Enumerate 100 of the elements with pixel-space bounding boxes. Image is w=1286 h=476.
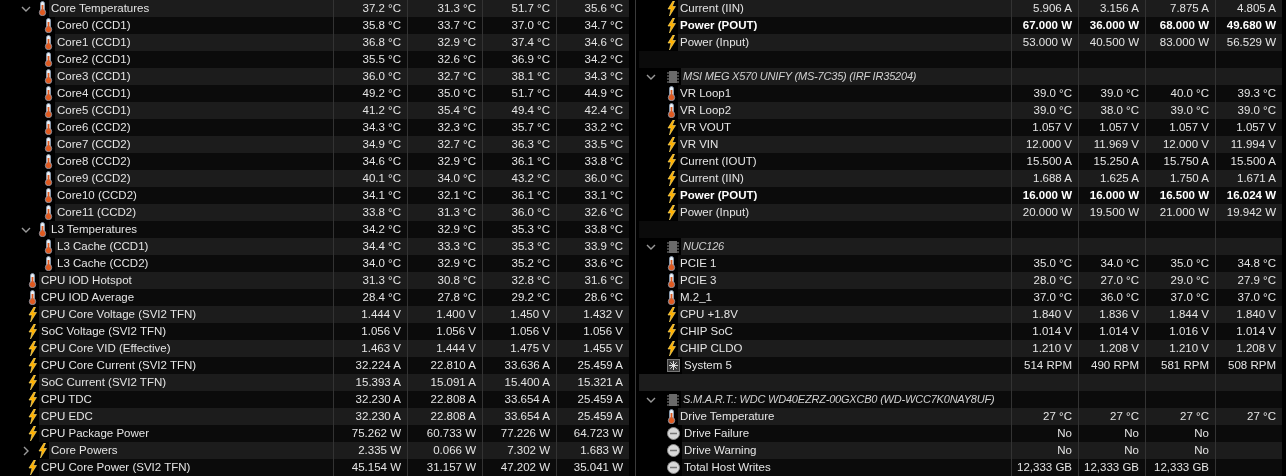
- value-cell: 38.0 °C: [1078, 102, 1145, 119]
- value-cell: 32.9 °C: [407, 221, 482, 238]
- value-cell: 1.057 V: [1078, 119, 1145, 136]
- value-cell: 51.7 °C: [482, 85, 556, 102]
- value-cell: 34.3 °C: [556, 68, 629, 85]
- lightning-bolt-icon: [28, 307, 37, 322]
- sensor-label: CPU Core VID (Effective): [39, 340, 333, 357]
- value-cell: 34.8 °C: [1215, 255, 1282, 272]
- value-cell: 41.2 °C: [333, 102, 407, 119]
- value-cell: 1.625 A: [1078, 170, 1145, 187]
- thermometer-icon: [667, 409, 676, 424]
- value-cell: 1.432 V: [556, 306, 629, 323]
- thermometer-icon: [667, 256, 676, 271]
- value-cell: 25.459 A: [556, 391, 629, 408]
- value-cell: 36.0 °C: [482, 204, 556, 221]
- sensor-label: Core3 (CCD1): [55, 68, 333, 85]
- value-cell: 36.1 °C: [482, 187, 556, 204]
- value-cell: 34.0 °C: [407, 170, 482, 187]
- thermometer-icon: [44, 52, 53, 67]
- value-cell: 36.0 °C: [556, 170, 629, 187]
- value-cell: 33.8 °C: [556, 221, 629, 238]
- value-cell: 37.0 °C: [1011, 289, 1078, 306]
- sensor-label: M.2_1: [678, 289, 1011, 306]
- value-cell: 27 °C: [1145, 408, 1215, 425]
- value-cell: 42.4 °C: [556, 102, 629, 119]
- sensor-label: Core7 (CCD2): [55, 136, 333, 153]
- value-cell: 581 RPM: [1145, 357, 1215, 374]
- sensor-label: CPU Core Voltage (SVI2 TFN): [39, 306, 333, 323]
- device-title: NUC126: [681, 238, 1011, 255]
- value-cell: 32.8 °C: [482, 272, 556, 289]
- value-cell: 15.400 A: [482, 374, 556, 391]
- value-cell: 67.000 W: [1011, 17, 1078, 34]
- value-cell: 5.906 A: [1011, 0, 1078, 17]
- value-cell: 33.8 °C: [556, 153, 629, 170]
- value-cell: 1.683 W: [556, 442, 629, 459]
- sensor-label: System 5: [682, 357, 1011, 374]
- thermometer-icon: [44, 69, 53, 84]
- sensor-label: VR VIN: [678, 136, 1011, 153]
- value-cell: 4.805 A: [1215, 0, 1282, 17]
- gauge-icon: [667, 444, 680, 457]
- sensor-label: CPU Package Power: [39, 425, 333, 442]
- value-cell: 22.808 A: [407, 391, 482, 408]
- value-cell: 1.671 A: [1215, 170, 1282, 187]
- value-cell: 34.3 °C: [333, 119, 407, 136]
- gauge-icon: [667, 461, 680, 474]
- value-cell: 1.210 V: [1145, 340, 1215, 357]
- value-cell: 1.444 V: [407, 340, 482, 357]
- value-cell: 1.400 V: [407, 306, 482, 323]
- device-title: S.M.A.R.T.: WDC WD40EZRZ-00GXCB0 (WD-WCC7K0NAY8UF): [681, 391, 1011, 408]
- value-cell: 35.3 °C: [482, 221, 556, 238]
- sensor-label: VR Loop2: [678, 102, 1011, 119]
- value-cell: 40.500 W: [1078, 34, 1145, 51]
- value-cell: 32.1 °C: [407, 187, 482, 204]
- value-cell: No: [1145, 425, 1215, 442]
- value-cell: 490 RPM: [1078, 357, 1145, 374]
- value-cell: 33.3 °C: [407, 238, 482, 255]
- lightning-bolt-icon: [28, 392, 37, 407]
- sensor-label: Drive Warning: [682, 442, 1011, 459]
- value-cell: 33.654 A: [482, 391, 556, 408]
- value-cell: 1.836 V: [1078, 306, 1145, 323]
- value-cell: 30.8 °C: [407, 272, 482, 289]
- value-cell: 32.9 °C: [407, 255, 482, 272]
- thermometer-icon: [44, 154, 53, 169]
- value-cell: No: [1078, 425, 1145, 442]
- value-cell: 32.224 A: [333, 357, 407, 374]
- sensor-label: VR Loop1: [678, 85, 1011, 102]
- value-cell: 77.226 W: [482, 425, 556, 442]
- value-cell: 28.4 °C: [333, 289, 407, 306]
- value-cell: 34.6 °C: [333, 153, 407, 170]
- lightning-bolt-icon: [28, 341, 37, 356]
- sensor-label: Core2 (CCD1): [55, 51, 333, 68]
- value-cell: 1.056 V: [556, 323, 629, 340]
- lightning-bolt-icon: [667, 307, 676, 322]
- sensor-label: Core9 (CCD2): [55, 170, 333, 187]
- value-cell: 29.0 °C: [1145, 272, 1215, 289]
- thermometer-icon: [44, 86, 53, 101]
- value-cell: 31.3 °C: [333, 272, 407, 289]
- sensor-label: Core Temperatures: [49, 0, 333, 17]
- sensor-label: CHIP CLDO: [678, 340, 1011, 357]
- lightning-bolt-icon: [667, 324, 676, 339]
- value-cell: 35.5 °C: [333, 51, 407, 68]
- value-cell: 33.5 °C: [556, 136, 629, 153]
- thermometer-icon: [667, 86, 676, 101]
- value-cell: 43.2 °C: [482, 170, 556, 187]
- value-cell: 1.210 V: [1011, 340, 1078, 357]
- value-cell: 56.529 W: [1215, 34, 1282, 51]
- value-cell: 37.4 °C: [482, 34, 556, 51]
- value-cell: 32.230 A: [333, 408, 407, 425]
- value-cell: 35.4 °C: [407, 102, 482, 119]
- sensor-label: SoC Voltage (SVI2 TFN): [39, 323, 333, 340]
- value-cell: 1.750 A: [1145, 170, 1215, 187]
- lightning-bolt-icon: [667, 120, 676, 135]
- value-cell: 1.016 V: [1145, 323, 1215, 340]
- value-cell: 2.335 W: [333, 442, 407, 459]
- value-cell: 16.024 W: [1215, 187, 1282, 204]
- value-cell: 33.2 °C: [556, 119, 629, 136]
- value-cell: 31.6 °C: [556, 272, 629, 289]
- sensor-label: Power (POUT): [678, 187, 1011, 204]
- sensor-label: CPU +1.8V: [678, 306, 1011, 323]
- value-cell: 22.810 A: [407, 357, 482, 374]
